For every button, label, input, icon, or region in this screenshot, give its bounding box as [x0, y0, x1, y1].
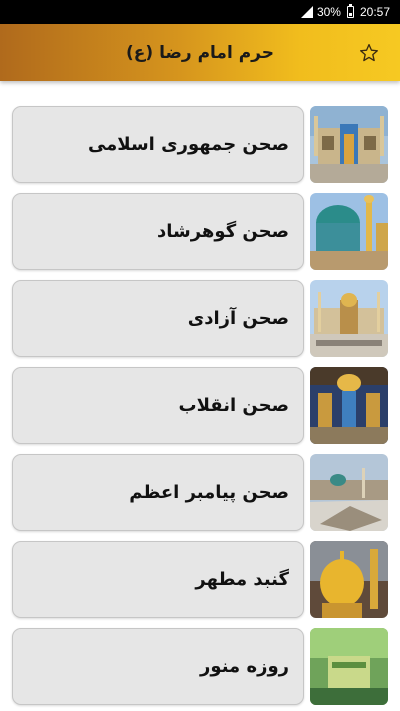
list-item-label: صحن جمهوری اسلامی — [87, 134, 289, 155]
list-item[interactable]: صحن پیامبر اعظم — [12, 454, 388, 532]
list-item-card[interactable]: صحن انقلاب — [12, 367, 304, 444]
list-item-card[interactable]: صحن جمهوری اسلامی — [12, 106, 304, 183]
list-item-card[interactable]: روزه منور — [12, 628, 304, 705]
list-item-card[interactable]: صحن پیامبر اعظم — [12, 454, 304, 531]
list-item-label: صحن گوهرشاد — [157, 221, 289, 242]
courtyard-azadi-image[interactable] — [310, 280, 388, 357]
list-item-label: صحن پیامبر اعظم — [129, 482, 289, 503]
list-item[interactable]: صحن آزادی — [12, 280, 388, 358]
star-outline-icon[interactable] — [358, 42, 380, 64]
signal-icon — [300, 6, 313, 18]
app-bar: حرم امام رضا (ع) — [0, 24, 400, 81]
list-item-label: صحن آزادی — [187, 308, 289, 329]
courtyard-list: صحن جمهوری اسلامی صحن گوهرشاد صحن آزادی … — [0, 81, 400, 711]
status-bar: 30% 20:57 — [0, 0, 400, 24]
battery-icon — [346, 4, 354, 18]
list-item[interactable]: صحن جمهوری اسلامی — [12, 106, 388, 184]
list-item[interactable]: صحن انقلاب — [12, 367, 388, 445]
list-item-card[interactable]: صحن گوهرشاد — [12, 193, 304, 270]
list-item-card[interactable]: صحن آزادی — [12, 280, 304, 357]
battery-percent: 30% — [316, 5, 341, 19]
clock: 20:57 — [359, 5, 390, 19]
illuminated-tomb-image[interactable] — [310, 628, 388, 705]
list-item[interactable]: گنبد مطهر — [12, 541, 388, 619]
courtyard-payambar-azam-image[interactable] — [310, 454, 388, 531]
list-item[interactable]: صحن گوهرشاد — [12, 193, 388, 271]
courtyard-enghelab-image[interactable] — [310, 367, 388, 444]
courtyard-islamic-republic-image[interactable] — [310, 106, 388, 183]
list-item[interactable]: روزه منور — [12, 628, 388, 706]
list-item-label: صحن انقلاب — [178, 395, 289, 416]
courtyard-goharshad-image[interactable] — [310, 193, 388, 270]
list-item-label: گنبد مطهر — [195, 569, 289, 590]
list-item-label: روزه منور — [200, 656, 289, 677]
list-item-card[interactable]: گنبد مطهر — [12, 541, 304, 618]
holy-dome-image[interactable] — [310, 541, 388, 618]
page-title: حرم امام رضا (ع) — [126, 42, 274, 63]
